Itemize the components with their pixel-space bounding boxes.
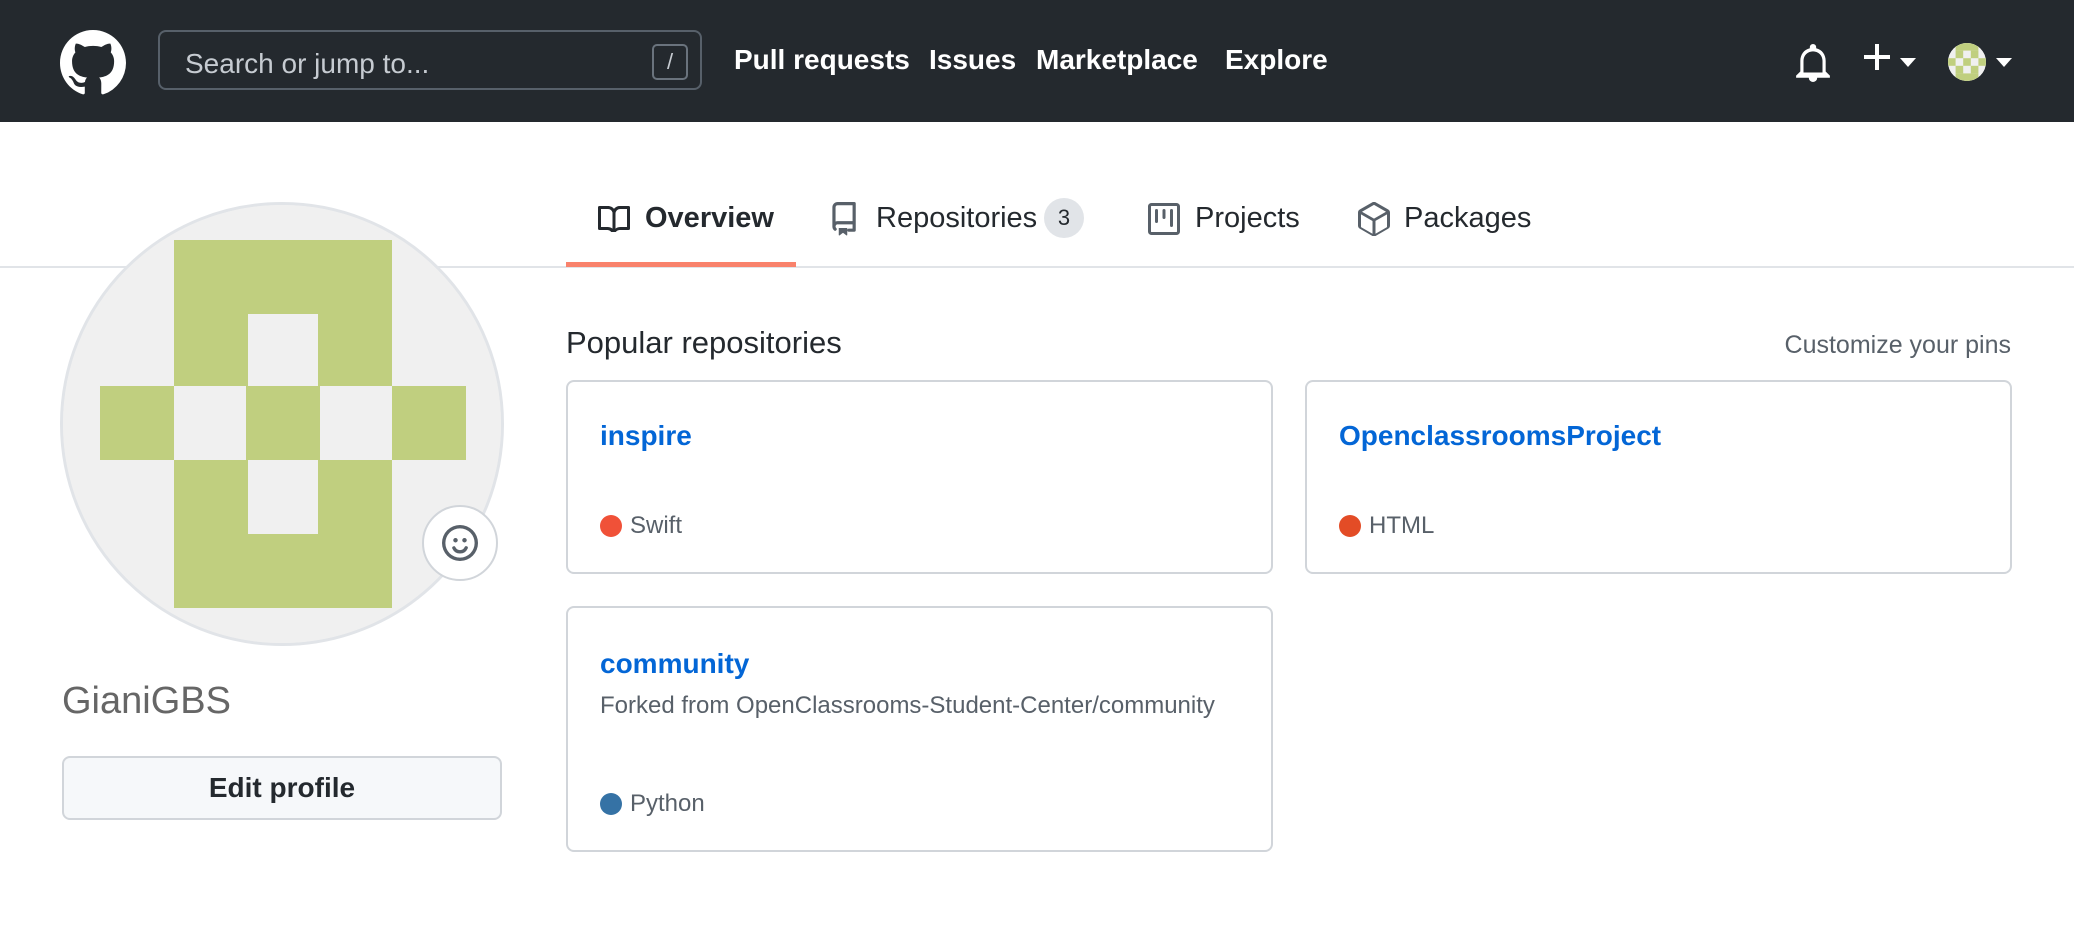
language-color-dot <box>600 793 622 815</box>
edit-profile-button[interactable]: Edit profile <box>62 756 502 820</box>
nav-pull-requests[interactable]: Pull requests <box>734 44 910 76</box>
profile-avatar[interactable] <box>60 202 504 646</box>
language-name: Python <box>630 790 705 817</box>
identicon-large-icon <box>63 205 501 643</box>
language-color-dot <box>1339 515 1361 537</box>
popular-repositories-heading: Popular repositories <box>566 325 842 360</box>
repo-card: community Forked from OpenClassrooms-Stu… <box>566 606 1273 852</box>
repositories-count-badge: 3 <box>1044 198 1084 238</box>
repo-card: inspire Swift <box>566 380 1273 574</box>
language-name: HTML <box>1369 512 1435 539</box>
repo-name-link[interactable]: inspire <box>600 420 692 452</box>
github-logo-icon[interactable] <box>60 30 126 96</box>
search-input[interactable]: Search or jump to... / <box>158 30 702 90</box>
user-menu-caret-icon[interactable] <box>1996 58 2012 67</box>
book-icon <box>598 205 630 232</box>
create-new-plus-icon[interactable] <box>1862 42 1892 72</box>
customize-pins-link[interactable]: Customize your pins <box>1785 331 2011 360</box>
tab-label: Repositories <box>876 202 1038 234</box>
repo-fork-source[interactable]: Forked from OpenClassrooms-Student-Cente… <box>600 692 1215 720</box>
repo-name-link[interactable]: community <box>600 648 749 680</box>
create-new-caret-icon[interactable] <box>1900 58 1916 67</box>
tab-label: Overview <box>645 202 774 234</box>
set-status-button[interactable] <box>422 505 498 581</box>
notifications-bell-icon[interactable] <box>1796 44 1830 82</box>
tab-label: Projects <box>1195 202 1300 234</box>
identicon-small-icon <box>1948 43 1986 81</box>
repo-card: OpenclassroomsProject HTML <box>1305 380 2012 574</box>
nav-marketplace[interactable]: Marketplace <box>1036 44 1198 76</box>
project-board-icon <box>1148 203 1180 235</box>
nav-explore[interactable]: Explore <box>1225 44 1328 76</box>
nav-issues[interactable]: Issues <box>929 44 1016 76</box>
repo-name-link[interactable]: OpenclassroomsProject <box>1339 420 1661 452</box>
search-shortcut-key: / <box>652 44 688 80</box>
top-navbar: Search or jump to... / Pull requests Iss… <box>0 0 2074 122</box>
repo-icon <box>832 202 856 236</box>
language-name: Swift <box>630 512 683 539</box>
user-menu-avatar[interactable] <box>1948 43 1986 81</box>
search-placeholder: Search or jump to... <box>185 48 430 79</box>
tab-active-indicator <box>566 262 796 267</box>
smiley-icon <box>442 525 478 561</box>
package-icon <box>1358 202 1390 236</box>
language-color-dot <box>600 515 622 537</box>
tab-label: Packages <box>1404 202 1532 234</box>
profile-username: GianiGBS <box>62 680 231 722</box>
